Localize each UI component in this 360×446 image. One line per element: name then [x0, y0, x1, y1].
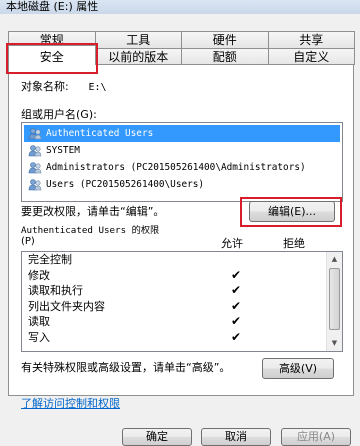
permission-row: 列出文件夹内容 ✔ [22, 299, 342, 315]
permissions-list[interactable]: 完全控制 修改 ✔ 读取和执行 ✔ 列出文件夹内容 ✔ 读取 ✔ 写入 ✔ ▲ … [21, 251, 343, 352]
tab-tools[interactable]: 工具 [94, 31, 182, 48]
allow-check-icon: ✔ [231, 283, 242, 297]
users-icon [28, 161, 42, 173]
allow-column-header: 允许 [221, 237, 243, 250]
permission-name: 列出文件夹内容 [28, 299, 105, 313]
users-icon [28, 127, 42, 139]
scroll-up-icon[interactable]: ▲ [327, 252, 342, 267]
permissions-header: Authenticated Users 的权限 (P) 允许 拒绝 [21, 222, 343, 250]
permission-row: 修改 ✔ [22, 268, 342, 284]
group-name: Authenticated Users [46, 128, 154, 139]
cancel-button[interactable]: 取消 [201, 428, 271, 446]
tab-row-bottom: 安全 以前的版本 配额 自定义 [8, 45, 355, 65]
permission-row: 读取和执行 ✔ [22, 283, 342, 299]
permission-name: 写入 [28, 330, 50, 344]
allow-check-icon: ✔ [231, 314, 242, 328]
users-icon [28, 144, 42, 156]
permission-row: 读取 ✔ [22, 314, 342, 330]
group-name: SYSTEM [46, 145, 80, 156]
permissions-title: Authenticated Users 的权限 [21, 225, 160, 236]
group-name: Administrators (PC201505261400\Administr… [46, 162, 306, 173]
tab-security[interactable]: 安全 [8, 45, 96, 65]
ok-button[interactable]: 确定 [122, 428, 192, 446]
change-permissions-text: 要更改权限，请单击“编辑”。 [21, 205, 165, 218]
special-permissions-text: 有关特殊权限或高级设置，请单击“高级”。 [21, 361, 231, 374]
tab-previous-versions[interactable]: 以前的版本 [94, 48, 182, 65]
window-title: 本地磁盘 (E:) 属性 [0, 0, 360, 14]
security-panel: 对象名称: E:\ 组或用户名(G): Authenticated Users … [8, 64, 354, 410]
list-item[interactable]: Administrators (PC201505261400\Administr… [24, 159, 340, 176]
users-icon [28, 178, 42, 190]
object-name-row: 对象名称: E:\ [21, 78, 107, 94]
advanced-button[interactable]: 高级(V) [262, 358, 334, 379]
tab-quota[interactable]: 配额 [181, 48, 269, 65]
permissions-scrollbar[interactable]: ▲ ▼ [326, 252, 342, 351]
permission-name: 读取 [28, 315, 50, 328]
object-name-value: E:\ [88, 82, 107, 93]
group-name: Users (PC201505261400\Users) [46, 179, 205, 190]
list-item[interactable]: Authenticated Users [24, 125, 340, 142]
allow-check-icon: ✔ [231, 329, 242, 344]
permission-name: 完全控制 [28, 253, 72, 266]
learn-access-control-link[interactable]: 了解访问控制和权限 [21, 395, 120, 411]
deny-column-header: 拒绝 [283, 237, 305, 250]
permission-row: 完全控制 [22, 252, 342, 268]
tab-sharing[interactable]: 共享 [267, 31, 355, 48]
permission-row: 写入 ✔ [22, 330, 342, 346]
list-item[interactable]: SYSTEM [24, 142, 340, 159]
tab-hardware[interactable]: 硬件 [181, 31, 269, 48]
groups-listbox[interactable]: Authenticated Users SYSTEM Administrator… [21, 122, 343, 202]
object-name-label: 对象名称: [21, 80, 69, 93]
list-item[interactable]: Users (PC201505261400\Users) [24, 176, 340, 193]
scroll-thumb[interactable] [329, 268, 340, 330]
tab-customize[interactable]: 自定义 [267, 48, 355, 65]
permission-name: 修改 [28, 268, 50, 282]
apply-button[interactable]: 应用(A) [281, 428, 351, 446]
groups-label: 组或用户名(G): [21, 108, 97, 121]
scroll-down-icon[interactable]: ▼ [327, 336, 342, 351]
permission-name: 读取和执行 [28, 284, 83, 297]
allow-check-icon: ✔ [231, 298, 242, 313]
allow-check-icon: ✔ [231, 267, 242, 282]
edit-button[interactable]: 编辑(E)... [249, 201, 335, 222]
